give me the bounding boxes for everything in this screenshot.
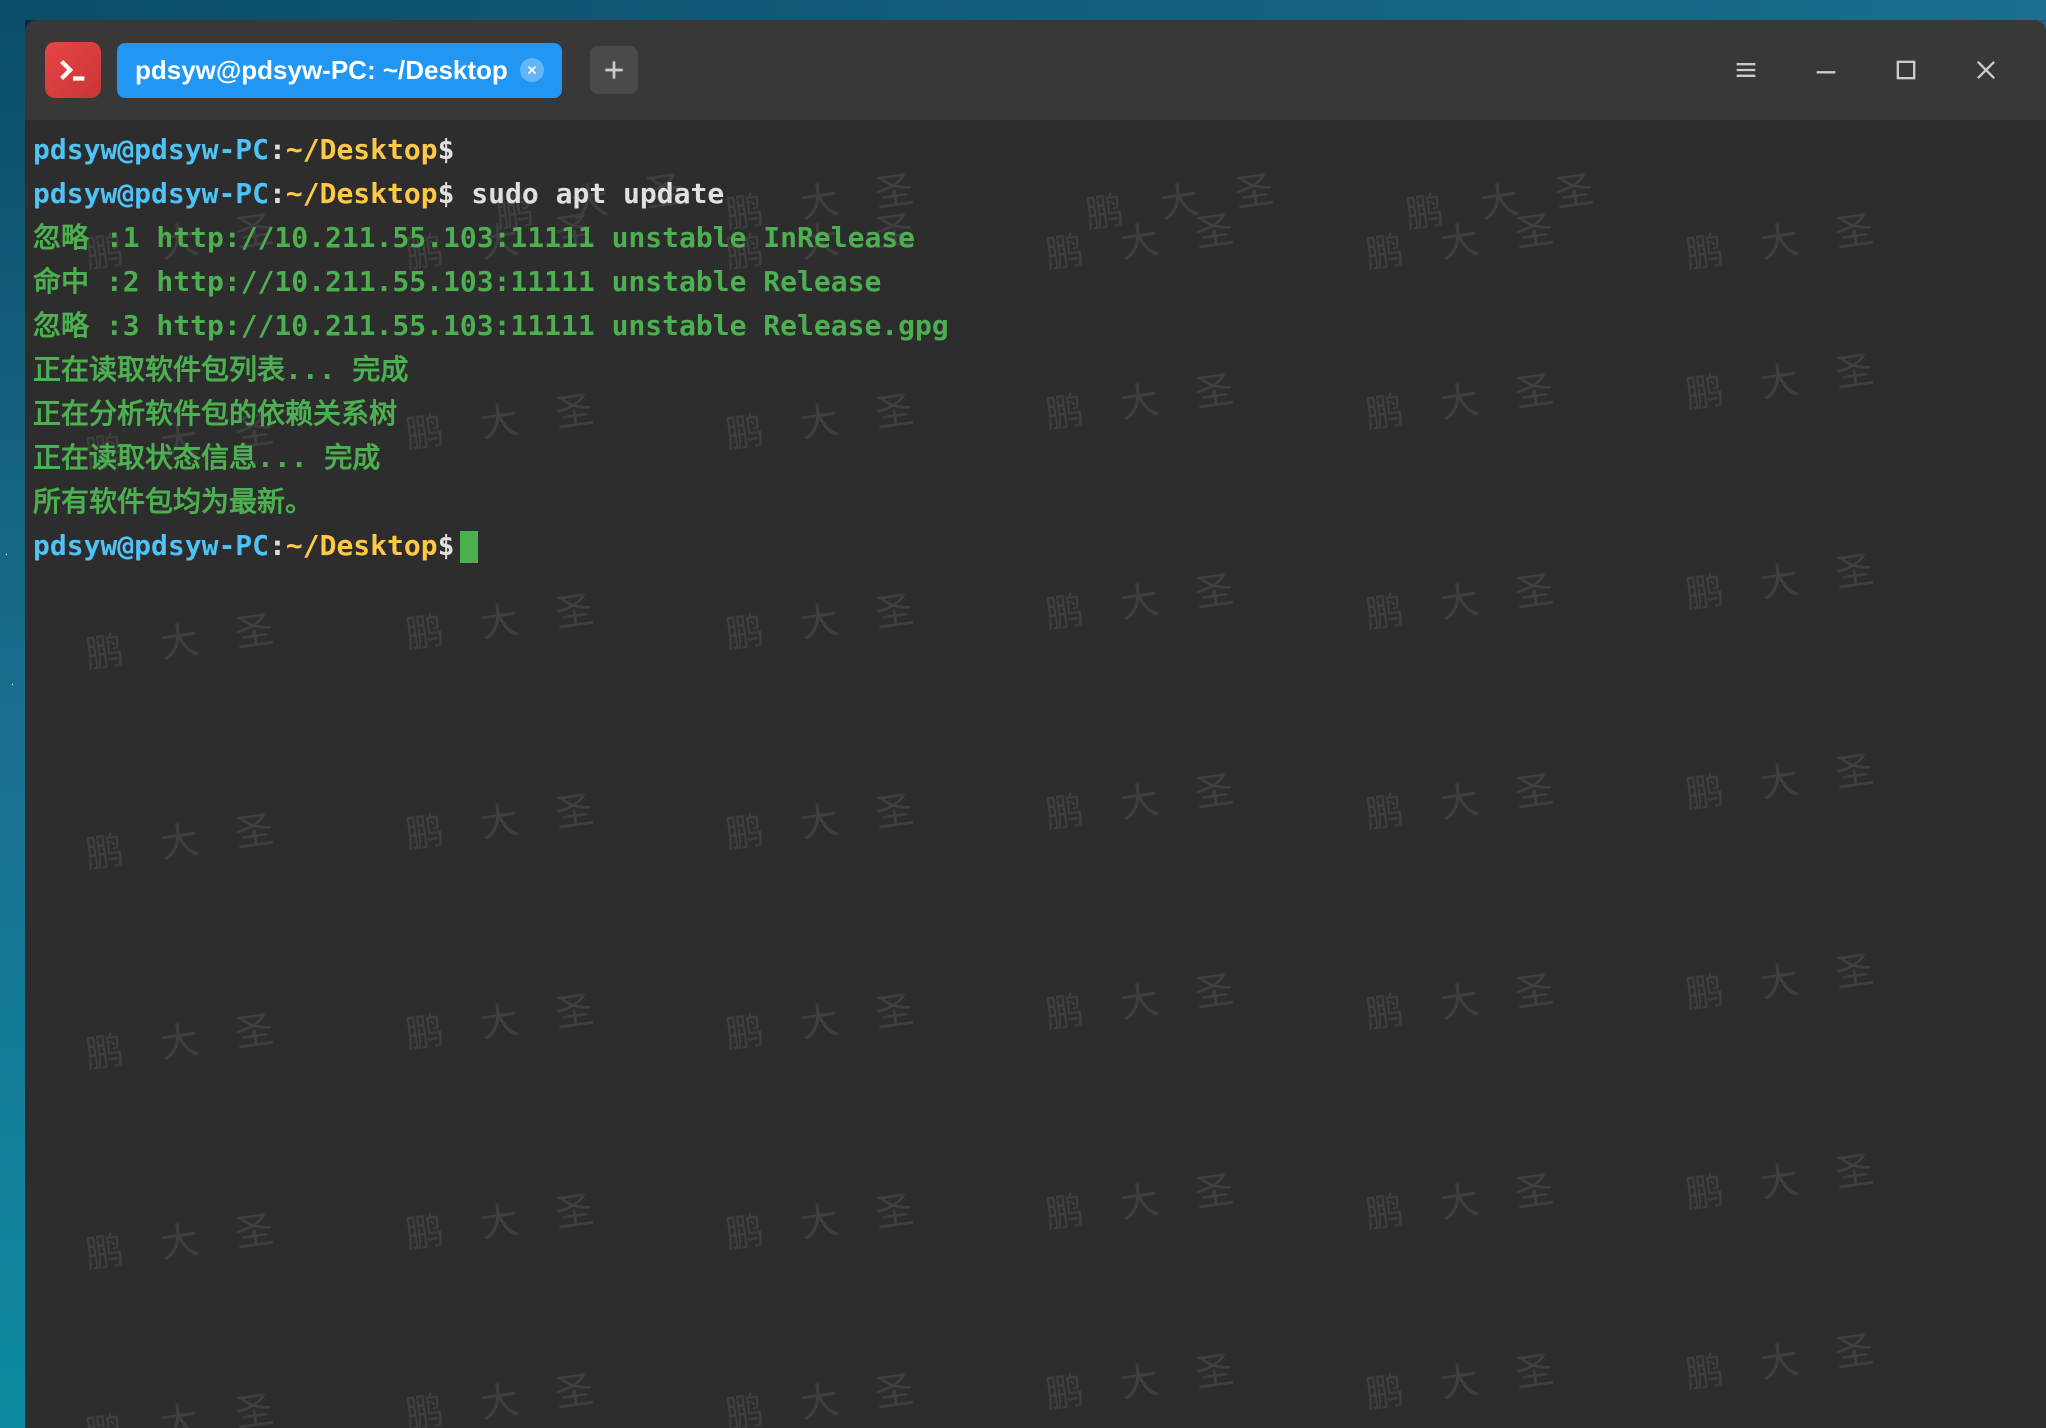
watermark-text: 鹏 大 圣 (83, 1386, 290, 1428)
close-button[interactable] (1966, 50, 2006, 90)
terminal-line: 正在读取软件包列表... 完成 (33, 348, 2038, 392)
watermark-text: 鹏 大 圣 (1683, 946, 1890, 1018)
watermark-text: 鹏 大 圣 (1043, 766, 1250, 838)
output-text: 正在读取状态信息... 完成 (33, 441, 380, 474)
watermark-text: 鹏 大 圣 (1683, 1326, 1890, 1398)
desktop-background-top (0, 0, 2046, 20)
prompt-dollar: $ (438, 133, 455, 166)
minimize-button[interactable] (1806, 50, 1846, 90)
terminal-line: 忽略 :1 http://10.211.55.103:11111 unstabl… (33, 216, 2038, 260)
output-text: 忽略 :1 http://10.211.55.103:11111 unstabl… (33, 221, 915, 254)
watermark-text: 鹏 大 圣 (1363, 1166, 1570, 1238)
terminal-app-icon[interactable] (45, 42, 101, 98)
desktop-background-left: · · (0, 0, 25, 1428)
watermark-text: 鹏 大 圣 (403, 1366, 610, 1428)
watermark-text: 鹏 大 圣 (403, 786, 610, 858)
maximize-button[interactable] (1886, 50, 1926, 90)
tab-close-button[interactable] (520, 58, 544, 82)
terminal-content-area[interactable]: 鹏 大 圣鹏 大 圣鹏 大 圣鹏 大 圣鹏 大 圣鹏 大 圣鹏 大 圣鹏 大 圣… (25, 120, 2046, 1428)
output-text: 所有软件包均为最新。 (33, 485, 313, 518)
watermark-text: 鹏 大 圣 (723, 1186, 930, 1258)
window-controls (1726, 50, 2026, 90)
terminal-line: 所有软件包均为最新。 (33, 480, 2038, 524)
watermark-text: 鹏 大 圣 (723, 786, 930, 858)
prompt-path: ~/Desktop (286, 133, 438, 166)
watermark-text: 鹏 大 圣 (83, 1206, 290, 1278)
prompt-host: pdsyw-PC (134, 133, 269, 166)
prompt-at: @ (117, 177, 134, 210)
watermark-text: 鹏 大 圣 (403, 1186, 610, 1258)
terminal-output: pdsyw@pdsyw-PC:~/Desktop$pdsyw@pdsyw-PC:… (33, 128, 2038, 568)
watermark-text: 鹏 大 圣 (83, 806, 290, 878)
star-decoration: · (10, 680, 15, 689)
cursor (460, 531, 478, 563)
terminal-line: 命中 :2 http://10.211.55.103:11111 unstabl… (33, 260, 2038, 304)
output-text: 命中 :2 http://10.211.55.103:11111 unstabl… (33, 265, 881, 298)
terminal-line: 忽略 :3 http://10.211.55.103:11111 unstabl… (33, 304, 2038, 348)
prompt-user: pdsyw (33, 133, 117, 166)
watermark-text: 鹏 大 圣 (1363, 966, 1570, 1038)
star-decoration: · (4, 550, 9, 559)
prompt-dollar: $ (438, 177, 455, 210)
tab-title: pdsyw@pdsyw-PC: ~/Desktop (135, 55, 508, 86)
watermark-text: 鹏 大 圣 (1683, 1146, 1890, 1218)
prompt-host: pdsyw-PC (134, 177, 269, 210)
watermark-text: 鹏 大 圣 (723, 586, 930, 658)
prompt-colon: : (269, 529, 286, 562)
prompt-at: @ (117, 529, 134, 562)
terminal-line: pdsyw@pdsyw-PC:~/Desktop$ sudo apt updat… (33, 172, 2038, 216)
watermark-text: 鹏 大 圣 (1363, 566, 1570, 638)
prompt-at: @ (117, 133, 134, 166)
terminal-line: pdsyw@pdsyw-PC:~/Desktop$ (33, 128, 2038, 172)
prompt-path: ~/Desktop (286, 529, 438, 562)
watermark-text: 鹏 大 圣 (83, 606, 290, 678)
watermark-text: 鹏 大 圣 (1363, 1346, 1570, 1418)
watermark-text: 鹏 大 圣 (403, 586, 610, 658)
watermark-text: 鹏 大 圣 (1363, 766, 1570, 838)
terminal-window: pdsyw@pdsyw-PC: ~/Desktop (25, 20, 2046, 1428)
watermark-text: 鹏 大 圣 (1043, 1166, 1250, 1238)
output-text: 正在读取软件包列表... 完成 (33, 353, 408, 386)
prompt-dollar: $ (438, 529, 455, 562)
prompt-colon: : (269, 177, 286, 210)
prompt-user: pdsyw (33, 177, 117, 210)
terminal-line: pdsyw@pdsyw-PC:~/Desktop$ (33, 524, 2038, 568)
watermark-text: 鹏 大 圣 (83, 1006, 290, 1078)
watermark-text: 鹏 大 圣 (1043, 566, 1250, 638)
prompt-colon: : (269, 133, 286, 166)
watermark-text: 鹏 大 圣 (723, 986, 930, 1058)
prompt-path: ~/Desktop (286, 177, 438, 210)
terminal-line: 正在分析软件包的依赖关系树 (33, 392, 2038, 436)
watermark-text: 鹏 大 圣 (403, 986, 610, 1058)
terminal-line: 正在读取状态信息... 完成 (33, 436, 2038, 480)
watermark-text: 鹏 大 圣 (1683, 746, 1890, 818)
active-tab[interactable]: pdsyw@pdsyw-PC: ~/Desktop (117, 43, 562, 98)
watermark-text: 鹏 大 圣 (723, 1366, 930, 1428)
command-text: sudo apt update (454, 177, 724, 210)
prompt-user: pdsyw (33, 529, 117, 562)
watermark-text: 鹏 大 圣 (1043, 966, 1250, 1038)
output-text: 忽略 :3 http://10.211.55.103:11111 unstabl… (33, 309, 949, 342)
title-bar: pdsyw@pdsyw-PC: ~/Desktop (25, 20, 2046, 120)
new-tab-button[interactable] (590, 46, 638, 94)
output-text: 正在分析软件包的依赖关系树 (33, 397, 397, 430)
menu-button[interactable] (1726, 50, 1766, 90)
watermark-text: 鹏 大 圣 (1043, 1346, 1250, 1418)
prompt-host: pdsyw-PC (134, 529, 269, 562)
